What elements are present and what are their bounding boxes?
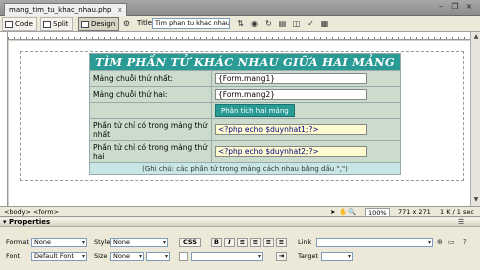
split-view-button[interactable]: Split (40, 17, 73, 31)
align-right-icon[interactable]: ≡ (263, 238, 274, 247)
zoom-tool-icon[interactable]: 🔍 (348, 207, 356, 217)
table-row: Phần tử chỉ có trong mảng thứ nhất <?php… (89, 118, 401, 141)
select-tool-icon[interactable]: ➤ (330, 207, 335, 217)
vertical-ruler (0, 32, 8, 206)
table-row: Phần tử chỉ có trong mảng thứ hai <?php … (89, 140, 401, 163)
table-row: Phân tích hai mảng (89, 102, 401, 119)
table-header-row: TÌM PHẦN TỬ KHÁC NHAU GIỮA HAI MẢNG (89, 53, 401, 71)
target-select[interactable] (321, 252, 353, 261)
align-left-icon[interactable]: ≡ (237, 238, 248, 247)
justify-icon[interactable]: ≡ (276, 238, 287, 247)
point-to-file-icon[interactable]: ⊕ (437, 238, 443, 247)
document-titlebar: mang_tim_tu_khac_nhau.php x – ❐ × (0, 0, 480, 16)
style-label: Style (94, 238, 111, 246)
table-row: Mảng chuỗi thứ nhất: {Form.mang1} (89, 70, 401, 87)
result1-field[interactable]: <?php echo $duynhat1;?> (215, 124, 367, 135)
visual-aids-icon[interactable]: ◫ (292, 19, 301, 28)
style-select[interactable]: None (110, 238, 168, 247)
array2-input[interactable]: {Form.mang2} (215, 89, 367, 100)
refresh-icon[interactable]: ↻ (264, 19, 273, 28)
array1-label: Mảng chuỗi thứ nhất: (89, 70, 212, 87)
form-heading: TÌM PHẦN TỬ KHÁC NHAU GIỮA HAI MẢNG (89, 53, 401, 71)
window-size[interactable]: 771 x 271 (398, 207, 431, 217)
view-options-icon[interactable]: ▤ (278, 19, 287, 28)
design-canvas[interactable]: TÌM PHẦN TỬ KHÁC NHAU GIỮA HAI MẢNG Mảng… (9, 41, 470, 216)
result2-label: Phần tử chỉ có trong mảng thứ hai (89, 140, 212, 163)
array2-label: Mảng chuỗi thứ hai: (89, 86, 212, 103)
code-view-button[interactable]: Code (2, 17, 37, 31)
close-window-icon[interactable]: × (464, 3, 474, 12)
design-view-icon (81, 21, 89, 28)
form-table: TÌM PHẦN TỬ KHÁC NHAU GIỮA HAI MẢNG Mảng… (89, 53, 401, 175)
empty-cell (89, 102, 212, 119)
link-input[interactable] (316, 238, 433, 247)
format-select[interactable]: None (31, 238, 87, 247)
properties-panel: ▾ Properties ☰ Format None Style None CS… (0, 217, 480, 270)
size-label: Size (94, 252, 108, 260)
css-button[interactable]: CSS (179, 238, 201, 247)
browse-folder-icon[interactable]: ▭ (448, 238, 455, 247)
split-view-icon (43, 21, 51, 28)
status-bar: <body> <form> ➤ ✋ 🔍 100% 771 x 271 1 K /… (0, 206, 480, 217)
restore-icon[interactable]: ❐ (450, 3, 460, 12)
scroll-down-icon[interactable]: ▼ (472, 196, 480, 204)
array1-cell: {Form.mang1} (211, 70, 401, 87)
font-label: Font (6, 252, 21, 260)
target-label: Target (298, 252, 319, 260)
help-icon[interactable]: ? (463, 238, 467, 247)
note-text: (Ghi chú: các phần tử trong mảng cách nh… (89, 162, 401, 175)
design-view-button[interactable]: Design (78, 17, 120, 31)
result1-label: Phần tử chỉ có trong mảng thứ nhất (89, 118, 212, 141)
page-title-input[interactable]: Tim phan tu khac nhau (152, 18, 230, 29)
live-view-icon[interactable]: ⚙ (122, 19, 131, 28)
properties-title: Properties (8, 218, 51, 226)
close-tab-icon[interactable]: x (118, 6, 122, 14)
file-management-icon[interactable]: ⇅ (236, 19, 245, 28)
code-view-label: Code (15, 20, 33, 28)
horizontal-ruler (8, 32, 470, 40)
note-row: (Ghi chú: các phần tử trong mảng cách nh… (89, 162, 401, 175)
result2-field[interactable]: <?php echo $duynhat2;?> (215, 146, 367, 157)
result2-cell: <?php echo $duynhat2;?> (211, 140, 401, 163)
array2-cell: {Form.mang2} (211, 86, 401, 103)
text-color-input[interactable] (191, 252, 263, 261)
result1-cell: <?php echo $duynhat1;?> (211, 118, 401, 141)
hand-tool-icon[interactable]: ✋ (339, 207, 347, 217)
format-label: Format (6, 238, 29, 246)
table-row: Mảng chuỗi thứ hai: {Form.mang2} (89, 86, 401, 103)
italic-button[interactable]: I (224, 238, 235, 247)
download-size: 1 K / 1 sec (440, 208, 474, 216)
document-toolbar: Code Split Design ⚙ Title: Tim phan tu k… (0, 16, 480, 32)
vertical-scrollbar[interactable]: ▲ ▼ (470, 32, 480, 206)
properties-header[interactable]: ▾ Properties (0, 218, 480, 227)
panel-options-icon[interactable]: ☰ (458, 218, 464, 227)
submit-cell: Phân tích hai mảng (211, 102, 401, 119)
analyze-button[interactable]: Phân tích hai mảng (215, 104, 295, 117)
split-view-label: Split (53, 20, 69, 28)
dreamweaver-window: mang_tim_tu_khac_nhau.php x – ❐ × Code S… (0, 0, 480, 270)
minimize-icon[interactable]: – (436, 3, 446, 12)
font-select[interactable]: Default Font (31, 252, 87, 261)
tag-selector[interactable]: <body> <form> (4, 207, 59, 217)
size-select[interactable]: None (110, 252, 144, 261)
size-unit-select[interactable] (146, 252, 170, 261)
align-center-icon[interactable]: ≡ (250, 238, 261, 247)
validate-icon[interactable]: ✓ (306, 19, 315, 28)
text-color-icon[interactable] (179, 252, 188, 261)
design-view-label: Design (91, 20, 116, 28)
code-view-icon (5, 21, 13, 28)
check-page-icon[interactable]: ▦ (320, 19, 329, 28)
document-tab[interactable]: mang_tim_tu_khac_nhau.php x (4, 3, 127, 16)
zoom-select[interactable]: 100% (365, 208, 390, 217)
bold-button[interactable]: B (211, 238, 222, 247)
scroll-up-icon[interactable]: ▲ (472, 33, 480, 41)
link-label: Link (298, 238, 312, 246)
document-tab-label: mang_tim_tu_khac_nhau.php (9, 6, 112, 14)
preview-browser-icon[interactable]: ◉ (250, 19, 259, 28)
indent-icon[interactable]: ⇥ (276, 252, 287, 261)
array1-input[interactable]: {Form.mang1} (215, 73, 367, 84)
